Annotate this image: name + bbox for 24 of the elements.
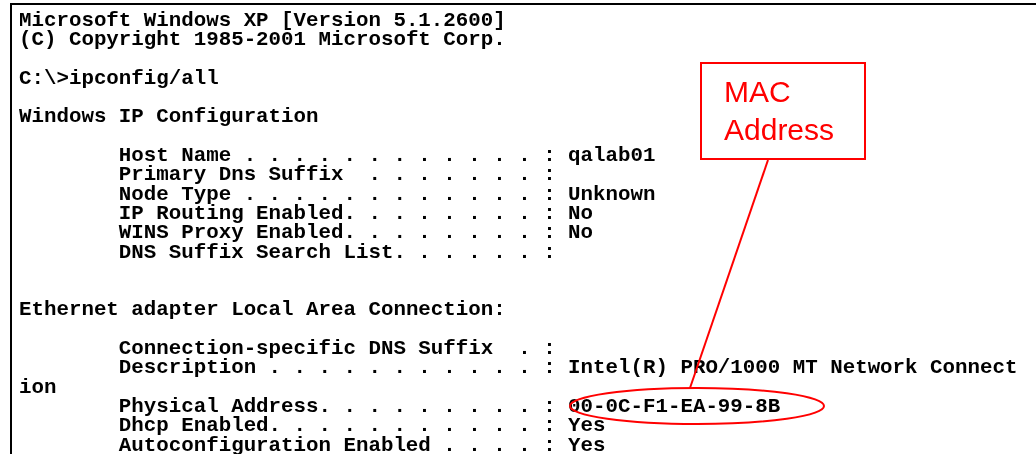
- field-value: No: [568, 203, 594, 224]
- console-line: (C) Copyright 1985-2001 Microsoft Corp.: [19, 30, 507, 50]
- console-line: Ethernet adapter Local Area Connection:: [19, 300, 507, 320]
- field-value: Yes: [568, 416, 606, 436]
- console-line: C:\>ipconfig/all: [19, 68, 220, 89]
- field-label: Node Type . . . . . . . . . . . . :: [118, 184, 556, 204]
- callout-label: MAC Address: [700, 62, 866, 160]
- console-line: Windows IP Configuration: [19, 107, 320, 127]
- field-value: No: [568, 223, 594, 243]
- field-label: IP Routing Enabled. . . . . . . . :: [118, 203, 556, 224]
- field-label: WINS Proxy Enabled. . . . . . . . :: [118, 223, 556, 243]
- field-label: Physical Address. . . . . . . . . :: [118, 396, 556, 417]
- field-label: Autoconfiguration Enabled . . . . :: [118, 435, 556, 454]
- field-label: Description . . . . . . . . . . . :: [118, 358, 556, 378]
- field-value: qalab01: [568, 146, 656, 166]
- field-label: Primary Dns Suffix . . . . . . . :: [118, 165, 556, 185]
- field-value: Yes: [568, 435, 606, 454]
- field-label: DNS Suffix Search List. . . . . . :: [118, 242, 556, 262]
- console-line: Microsoft Windows XP [Version 5.1.2600]: [19, 11, 507, 31]
- field-label: Host Name . . . . . . . . . . . . :: [118, 146, 556, 166]
- field-label: Dhcp Enabled. . . . . . . . . . . :: [118, 416, 556, 436]
- console-line: ion: [19, 377, 58, 397]
- field-value: Unknown: [568, 184, 656, 204]
- field-label: Connection-specific DNS Suffix . :: [118, 339, 556, 359]
